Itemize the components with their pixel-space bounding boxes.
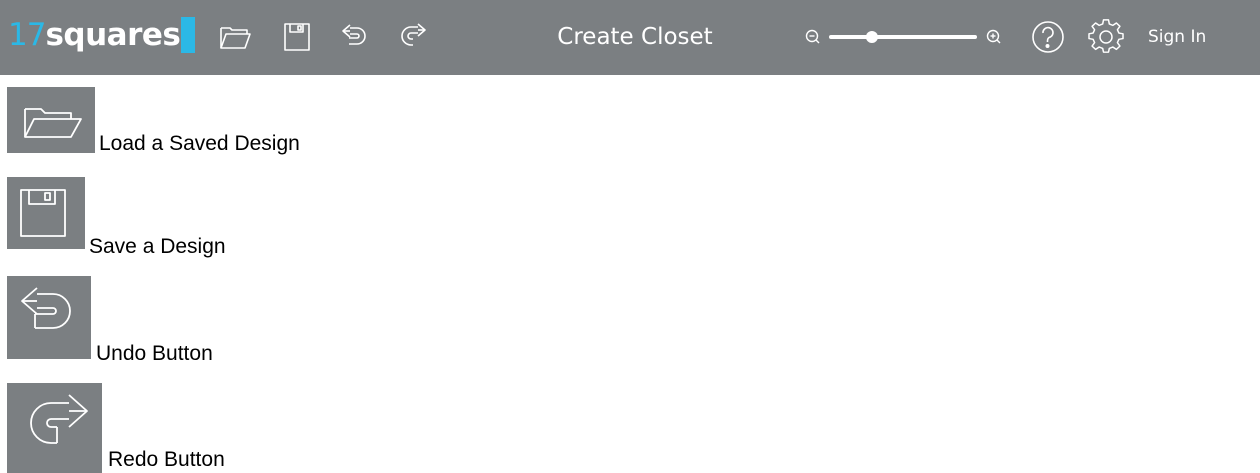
redo-icon[interactable] xyxy=(396,20,430,54)
top-toolbar: 17squares Create Closet Sign In xyxy=(0,0,1260,75)
zoom-track[interactable] xyxy=(829,35,977,39)
gear-icon[interactable] xyxy=(1088,19,1124,55)
folder-open-icon xyxy=(7,87,95,153)
zoom-slider[interactable] xyxy=(804,24,1012,50)
zoom-out-icon[interactable] xyxy=(805,29,820,44)
undo-icon xyxy=(7,276,91,359)
logo-word: squares xyxy=(45,17,181,53)
question-mark-icon[interactable] xyxy=(1030,19,1066,55)
floppy-disk-icon xyxy=(7,177,85,249)
undo-icon[interactable] xyxy=(338,20,372,54)
legend-label-redo: Redo Button xyxy=(108,448,225,471)
zoom-handle[interactable] xyxy=(865,31,878,43)
logo-accent-block xyxy=(181,17,196,53)
zoom-in-icon[interactable] xyxy=(986,29,1001,44)
floppy-disk-icon[interactable] xyxy=(280,20,314,54)
folder-open-icon[interactable] xyxy=(218,20,252,54)
redo-icon xyxy=(7,383,102,473)
legend-label-undo: Undo Button xyxy=(96,342,213,365)
legend-label-load: Load a Saved Design xyxy=(99,132,300,155)
page-title: Create Closet xyxy=(557,24,713,50)
logo: 17squares xyxy=(8,17,196,53)
sign-in-link[interactable]: Sign In xyxy=(1148,25,1206,49)
logo-number: 17 xyxy=(8,17,46,53)
legend-label-save: Save a Design xyxy=(89,235,226,258)
